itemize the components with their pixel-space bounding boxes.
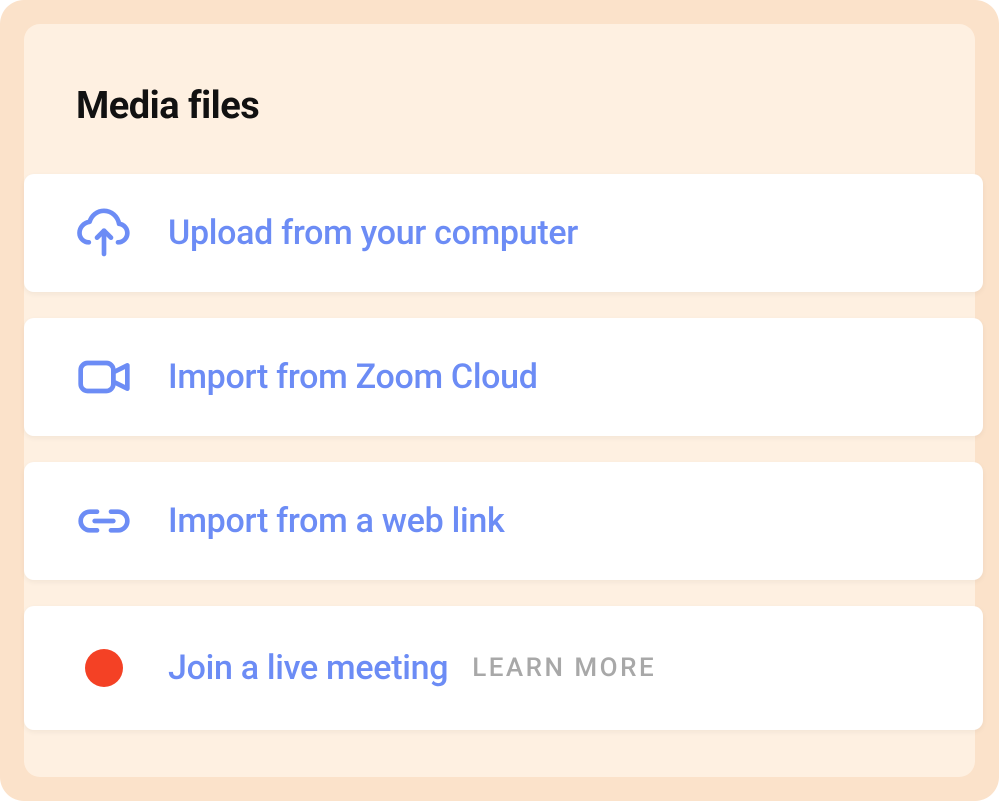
outer-panel: Media files Upload from your computer [0,0,999,801]
upload-from-computer-option[interactable]: Upload from your computer [24,174,983,292]
join-live-meeting-option[interactable]: Join a live meeting LEARN MORE [24,606,983,730]
option-label: Import from a web link [168,501,504,541]
learn-more-link[interactable]: LEARN MORE [472,653,656,683]
link-icon [76,493,132,549]
import-from-zoom-option[interactable]: Import from Zoom Cloud [24,318,983,436]
option-label: Import from Zoom Cloud [168,357,538,397]
option-label: Upload from your computer [168,213,578,253]
record-dot-icon [76,640,132,696]
media-files-section: Media files Upload from your computer [24,24,975,777]
video-camera-icon [76,349,132,405]
section-title: Media files [76,84,975,128]
cloud-upload-icon [76,205,132,261]
option-label: Join a live meeting [168,648,448,688]
options-list: Upload from your computer Import from Zo… [24,174,975,730]
import-from-weblink-option[interactable]: Import from a web link [24,462,983,580]
